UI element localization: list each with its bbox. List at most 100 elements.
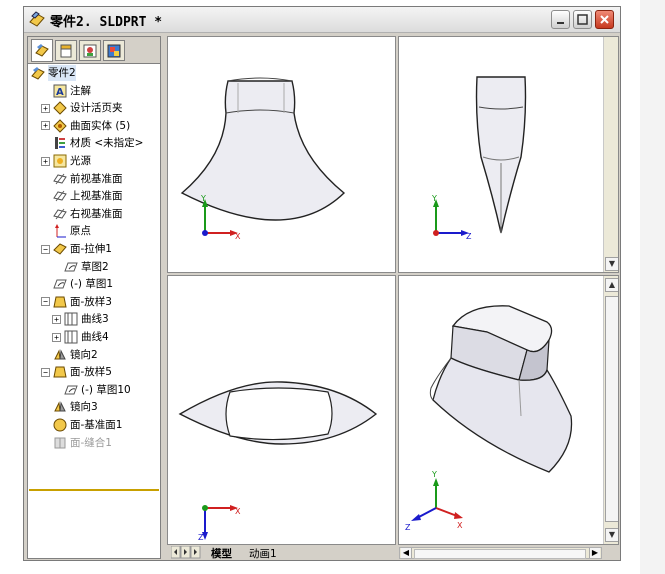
expand-toggle[interactable]: + <box>41 121 50 131</box>
scroll-thumb[interactable] <box>605 296 618 522</box>
y-axis-label: Y <box>431 194 437 203</box>
planar-surface-icon <box>53 418 67 432</box>
tab-display-manager[interactable] <box>103 40 125 61</box>
feature-tree-item[interactable]: 材质 <未指定> <box>41 135 143 151</box>
scroll-right-arrow[interactable]: ▶ <box>589 548 600 558</box>
right-triad: Y Z <box>431 194 472 241</box>
view-tab-bar: 模型 动画1 ◀ ▶ <box>167 546 619 561</box>
right-view-scrollbar[interactable]: ▼ <box>603 37 618 272</box>
feature-tree-item[interactable]: 零件2 <box>30 65 76 81</box>
isometric-viewport[interactable]: Y X Z ▲ ▼ <box>398 275 619 545</box>
feature-tree-item[interactable]: 上视基准面 <box>41 188 123 204</box>
feature-tree-item[interactable]: A 注解 <box>41 83 91 99</box>
feature-tree-item-label: 面-拉伸1 <box>70 243 112 255</box>
surface-extrude-icon <box>53 243 67 255</box>
part-icon <box>31 67 45 80</box>
horizontal-scrollbar[interactable]: ◀ ▶ <box>399 547 602 559</box>
horizontal-scroll-thumb[interactable] <box>414 549 586 559</box>
z-axis-label: Z <box>466 232 472 241</box>
curve-icon <box>64 330 78 344</box>
isometric-view-model: Y X Z <box>405 305 573 532</box>
feature-tree-item-label: 面-放样5 <box>70 366 112 379</box>
curve-icon <box>64 312 78 326</box>
tab-scroll-arrows-icon[interactable] <box>171 546 211 559</box>
expand-toggle[interactable]: − <box>41 367 50 377</box>
feature-tree-item[interactable]: − 面-拉伸1 <box>41 241 112 257</box>
x-axis-label: X <box>235 232 241 241</box>
right-viewport[interactable]: Y Z ▼ <box>398 36 619 273</box>
expand-toggle[interactable]: + <box>41 103 50 113</box>
minimize-button[interactable] <box>551 10 570 29</box>
feature-tree-item[interactable]: (-) 草图10 <box>52 382 131 398</box>
origin-icon <box>55 224 66 238</box>
expand-toggle[interactable]: − <box>41 244 50 254</box>
mirror-icon <box>54 348 66 360</box>
isometric-view-scrollbar[interactable]: ▲ ▼ <box>603 276 618 544</box>
part-document-icon <box>29 11 45 27</box>
expand-toggle[interactable]: + <box>52 314 61 324</box>
feature-tree-item[interactable]: + 曲线3 <box>52 311 109 327</box>
feature-tree-item[interactable]: 镜向2 <box>41 347 98 363</box>
feature-tree-item[interactable]: − 面-放样3 <box>41 294 112 310</box>
scroll-down-arrow[interactable]: ▼ <box>605 257 618 271</box>
x-axis-label: X <box>457 521 463 530</box>
title-bar[interactable]: 零件2. SLDPRT * <box>24 7 620 33</box>
right-view-model: Y Z <box>431 76 527 241</box>
feature-tree-item[interactable]: + 光源 <box>41 153 91 169</box>
feature-tree-item[interactable]: − 面-放样5 <box>41 364 112 380</box>
annotation-icon: A <box>53 84 67 98</box>
tab-model[interactable]: 模型 <box>211 546 232 561</box>
scroll-up-arrow[interactable]: ▲ <box>605 278 618 292</box>
feature-tree-item-label: 上视基准面 <box>70 190 123 203</box>
front-viewport[interactable]: Y X <box>167 36 396 273</box>
surface-bodies-icon <box>53 119 67 133</box>
feature-tree-item-label: 面-缝合1 <box>70 436 112 449</box>
feature-tree-item[interactable]: + 设计活页夹 <box>41 100 123 116</box>
manager-tab-strip <box>28 37 160 64</box>
z-axis-label: Z <box>198 533 204 542</box>
lights-icon <box>53 154 67 168</box>
tab-feature-manager[interactable] <box>31 39 53 62</box>
sketch-icon <box>53 279 67 289</box>
feature-tree-icon <box>35 44 49 57</box>
close-button[interactable] <box>595 10 614 29</box>
tab-property-manager[interactable] <box>55 40 77 61</box>
z-axis-label: Z <box>405 523 411 532</box>
tab-motion[interactable]: 动画1 <box>249 546 277 561</box>
feature-tree-item-label: 草图2 <box>81 260 109 273</box>
feature-tree-item[interactable]: 面-基准面1 <box>41 417 122 433</box>
x-axis-label: X <box>235 507 241 516</box>
rollback-bar[interactable] <box>29 489 159 491</box>
feature-tree-item[interactable]: 草图2 <box>52 259 109 275</box>
feature-tree-item-label: 零件2 <box>48 65 76 81</box>
scroll-left-arrow[interactable]: ◀ <box>401 548 412 558</box>
feature-tree-item-label: 材质 <未指定> <box>70 137 144 150</box>
y-axis-label: Y <box>200 194 206 203</box>
expand-toggle[interactable]: − <box>41 297 50 307</box>
front-view-model: Y X <box>180 77 346 241</box>
top-viewport[interactable]: X Z <box>167 275 396 545</box>
feature-tree-item[interactable]: 右视基准面 <box>41 206 123 222</box>
plane-icon <box>53 208 67 220</box>
feature-tree-item[interactable]: 面-缝合1 <box>41 435 112 451</box>
maximize-button[interactable] <box>573 10 592 29</box>
feature-tree-item[interactable]: 原点 <box>41 223 91 239</box>
feature-tree-item-label: 前视基准面 <box>70 172 123 185</box>
configuration-icon <box>83 44 97 58</box>
property-manager-icon <box>60 44 72 58</box>
knit-icon <box>54 437 66 449</box>
feature-tree-item[interactable]: + 曲线4 <box>52 329 109 345</box>
feature-tree-item[interactable]: (-) 草图1 <box>41 276 113 292</box>
expand-toggle[interactable]: + <box>52 332 61 342</box>
window-title: 零件2. SLDPRT * <box>50 15 163 30</box>
display-manager-icon <box>107 44 121 58</box>
tab-configuration-manager[interactable] <box>79 40 101 61</box>
maximize-icon <box>577 14 588 25</box>
feature-tree-item[interactable]: 镜向3 <box>41 399 98 415</box>
feature-tree-item[interactable]: + 曲面实体 (5) <box>41 118 130 134</box>
scroll-down-arrow[interactable]: ▼ <box>605 528 618 542</box>
feature-tree-item[interactable]: 前视基准面 <box>41 171 123 187</box>
feature-tree-item-label: 曲线4 <box>81 331 109 343</box>
sketch-icon <box>64 262 78 272</box>
expand-toggle[interactable]: + <box>41 156 50 166</box>
